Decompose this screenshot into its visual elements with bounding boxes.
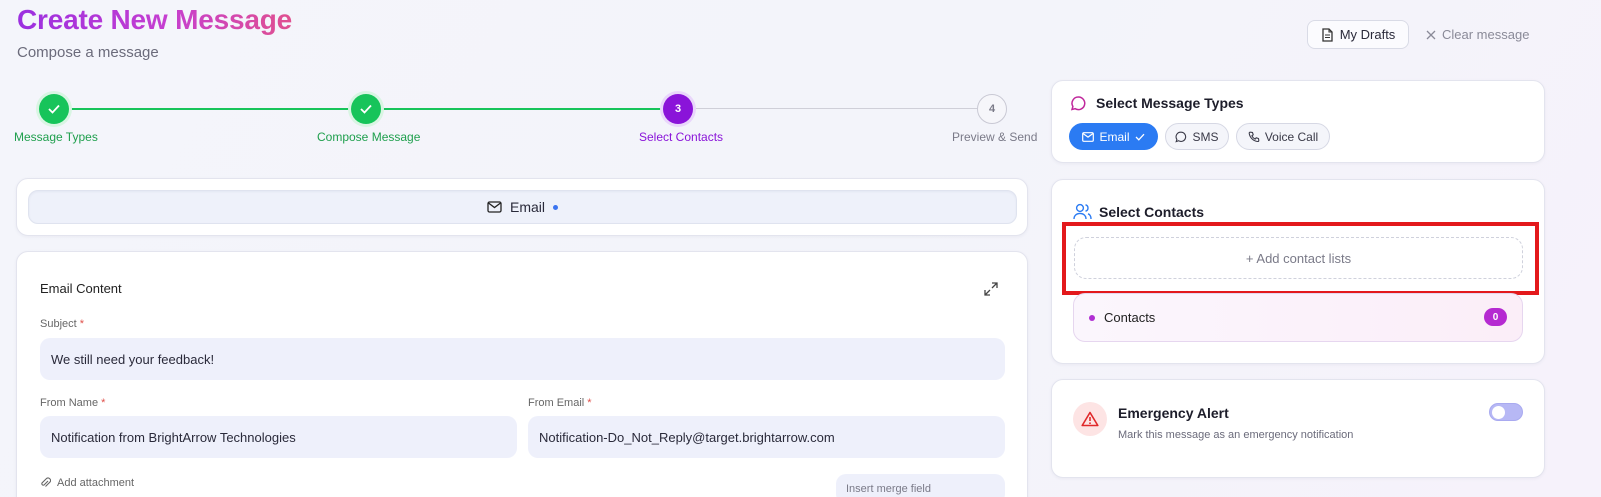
type-email-pill[interactable]: Email (1069, 123, 1158, 150)
my-drafts-button[interactable]: My Drafts (1307, 20, 1409, 49)
chat-icon (1070, 95, 1087, 117)
close-icon (1426, 30, 1436, 39)
from-name-input[interactable]: Notification from BrightArrow Technologi… (40, 416, 517, 458)
chat-icon (1175, 131, 1187, 143)
warning-icon (1073, 402, 1107, 436)
contacts-dot (1089, 314, 1095, 321)
step-4-label[interactable]: Preview & Send (952, 130, 1037, 144)
step-connector-1 (69, 108, 351, 110)
users-icon (1073, 203, 1092, 225)
from-name-label: From Name * (40, 397, 106, 409)
email-content-title: Email Content (40, 281, 122, 296)
step-1-label[interactable]: Message Types (14, 130, 98, 144)
phone-icon (1248, 131, 1260, 142)
message-types-title: Select Message Types (1096, 95, 1244, 111)
type-voice-call-label: Voice Call (1264, 129, 1319, 144)
tab-email[interactable]: Email (28, 190, 1017, 224)
document-icon (1322, 27, 1333, 42)
emergency-alert-description: Mark this message as an emergency notifi… (1118, 429, 1354, 441)
add-attachment-button[interactable]: Add attachment (40, 477, 134, 489)
check-icon (1135, 133, 1144, 141)
mail-icon (487, 201, 502, 213)
step-2-label[interactable]: Compose Message (317, 130, 420, 144)
mail-icon (1082, 131, 1095, 142)
contacts-row[interactable]: Contacts 0 (1073, 293, 1523, 342)
tab-email-label: Email (509, 199, 545, 215)
merge-field-placeholder: Insert merge field (846, 483, 931, 495)
clear-message-button[interactable]: Clear message (1426, 20, 1529, 49)
contacts-count-badge: 0 (1484, 308, 1507, 326)
step-4-circle[interactable]: 4 (977, 94, 1007, 124)
paperclip-icon (41, 477, 51, 487)
step-2-circle[interactable] (351, 94, 381, 124)
from-email-input[interactable]: Notification-Do_Not_Reply@target.brighta… (528, 416, 1005, 458)
select-contacts-title: Select Contacts (1099, 204, 1205, 220)
add-contact-lists-button[interactable]: + Add contact lists (1074, 237, 1523, 279)
subject-input[interactable]: We still need your feedback! (40, 338, 1005, 380)
clear-message-label: Clear message (1442, 27, 1530, 42)
subject-label: Subject * (40, 318, 85, 330)
emergency-alert-toggle[interactable] (1489, 403, 1523, 421)
merge-field-select[interactable]: Insert merge field (836, 474, 1005, 497)
type-sms-pill[interactable]: SMS (1165, 123, 1229, 150)
emergency-alert-title: Emergency Alert (1118, 405, 1229, 421)
page-subtitle: Compose a message (17, 44, 159, 61)
step-3-circle[interactable]: 3 (663, 94, 693, 124)
type-sms-label: SMS (1192, 129, 1219, 144)
step-connector-3 (693, 108, 977, 109)
step-1-circle[interactable] (39, 94, 69, 124)
type-voice-call-pill[interactable]: Voice Call (1236, 123, 1330, 150)
contacts-label: Contacts (1104, 310, 1156, 325)
type-email-label: Email (1099, 129, 1130, 144)
step-3-label[interactable]: Select Contacts (639, 130, 723, 144)
from-email-label: From Email * (528, 397, 592, 409)
page-title: Create New Message (17, 4, 292, 35)
expand-icon[interactable] (983, 281, 999, 297)
my-drafts-label: My Drafts (1339, 27, 1396, 42)
step-connector-2 (381, 108, 663, 110)
check-icon (48, 104, 60, 114)
check-icon (360, 104, 372, 114)
add-attachment-label: Add attachment (57, 477, 135, 489)
toggle-knob (1492, 406, 1505, 419)
message-types-card (1051, 80, 1545, 163)
active-dot (553, 204, 558, 210)
